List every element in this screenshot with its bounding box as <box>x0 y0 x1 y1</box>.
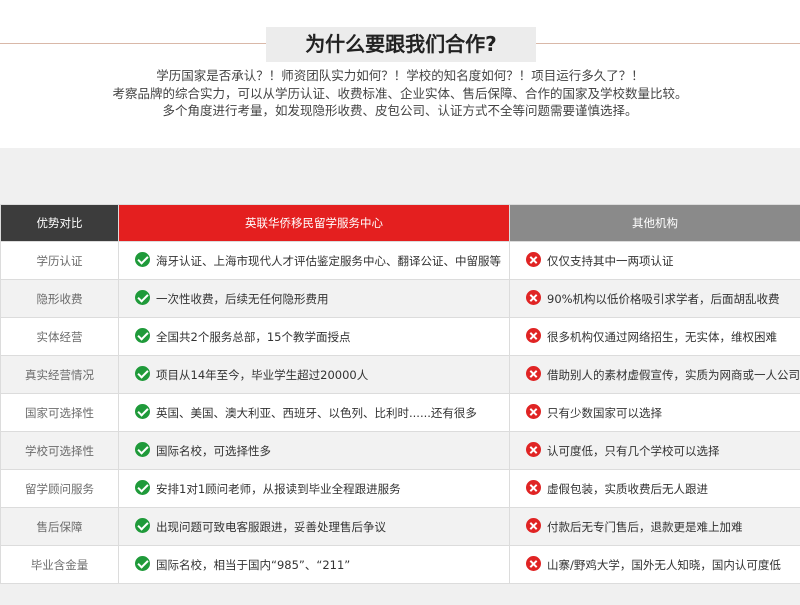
table-row: 学历认证 海牙认证、上海市现代人才评估鉴定服务中心、翻译公证、中留服等 仅仅支持… <box>0 241 800 280</box>
check-icon <box>135 518 150 533</box>
row-label: 售后保障 <box>0 507 119 546</box>
ours-cell: 国际名校，相当于国内“985”、“211” <box>118 545 510 584</box>
row-label: 实体经营 <box>0 317 119 356</box>
intro-line: 考察品牌的综合实力，可以从学历认证、收费标准、企业实体、售后保障、合作的国家及学… <box>112 85 688 101</box>
check-icon <box>135 290 150 305</box>
header-others: 其他机构 <box>509 204 800 242</box>
ours-cell: 全国共2个服务总部，15个教学面授点 <box>118 317 510 356</box>
cross-icon <box>526 404 541 419</box>
check-icon <box>135 328 150 343</box>
others-cell: 山寨/野鸡大学，国外无人知晓，国内认可度低 <box>509 545 800 584</box>
ours-cell: 国际名校，可选择性多 <box>118 431 510 470</box>
row-label: 国家可选择性 <box>0 393 119 432</box>
table-row: 隐形收费 一次性收费，后续无任何隐形费用 90%机构以低价格吸引求学者，后面胡乱… <box>0 279 800 318</box>
cross-icon <box>526 442 541 457</box>
header-advantage: 优势对比 <box>0 204 119 242</box>
check-icon <box>135 252 150 267</box>
ours-cell: 安排1对1顾问老师，从报读到毕业全程跟进服务 <box>118 469 510 508</box>
cross-icon <box>526 518 541 533</box>
row-label: 学校可选择性 <box>0 431 119 470</box>
table-row: 国家可选择性 英国、美国、澳大利亚、西班牙、以色列、比利时......还有很多 … <box>0 393 800 432</box>
others-cell: 认可度低，只有几个学校可以选择 <box>509 431 800 470</box>
ours-cell: 出现问题可致电客服跟进，妥善处理售后争议 <box>118 507 510 546</box>
cross-icon <box>526 290 541 305</box>
table-row: 售后保障 出现问题可致电客服跟进，妥善处理售后争议 付款后无专门售后，退款更是难… <box>0 507 800 546</box>
others-cell: 付款后无专门售后，退款更是难上加难 <box>509 507 800 546</box>
ours-cell: 海牙认证、上海市现代人才评估鉴定服务中心、翻译公证、中留服等 <box>118 241 510 280</box>
page-title: 为什么要跟我们合作? <box>266 27 536 62</box>
others-cell: 90%机构以低价格吸引求学者，后面胡乱收费 <box>509 279 800 318</box>
check-icon <box>135 480 150 495</box>
check-icon <box>135 366 150 381</box>
table-row: 留学顾问服务 安排1对1顾问老师，从报读到毕业全程跟进服务 虚假包装，实质收费后… <box>0 469 800 508</box>
check-icon <box>135 404 150 419</box>
others-cell: 仅仅支持其中一两项认证 <box>509 241 800 280</box>
check-icon <box>135 442 150 457</box>
table-row: 真实经营情况 项目从14年至今，毕业学生超过20000人 借助别人的素材虚假宣传… <box>0 355 800 394</box>
cross-icon <box>526 556 541 571</box>
others-cell: 只有少数国家可以选择 <box>509 393 800 432</box>
cross-icon <box>526 328 541 343</box>
row-label: 学历认证 <box>0 241 119 280</box>
ours-cell: 一次性收费，后续无任何隐形费用 <box>118 279 510 318</box>
comparison-table: 优势对比 英联华侨移民留学服务中心 其他机构 学历认证 海牙认证、上海市现代人才… <box>0 204 800 584</box>
others-cell: 借助别人的素材虚假宣传，实质为网商或一人公司 <box>509 355 800 394</box>
cross-icon <box>526 252 541 267</box>
intro-text: 学历国家是否承认？！师资团队实力如何？！学校的知名度如何？！项目运行多久了？！ … <box>0 67 800 120</box>
ours-cell: 项目从14年至今，毕业学生超过20000人 <box>118 355 510 394</box>
row-label: 隐形收费 <box>0 279 119 318</box>
cross-icon <box>526 480 541 495</box>
header-ours: 英联华侨移民留学服务中心 <box>118 204 510 242</box>
ours-cell: 英国、美国、澳大利亚、西班牙、以色列、比利时......还有很多 <box>118 393 510 432</box>
check-icon <box>135 556 150 571</box>
table-row: 实体经营 全国共2个服务总部，15个教学面授点 很多机构仅通过网络招生，无实体，… <box>0 317 800 356</box>
intro-line: 多个角度进行考量，如发现隐形收费、皮包公司、认证方式不全等问题需要谨慎选择。 <box>162 103 638 118</box>
others-cell: 很多机构仅通过网络招生，无实体，维权困难 <box>509 317 800 356</box>
table-row: 毕业含金量 国际名校，相当于国内“985”、“211” 山寨/野鸡大学，国外无人… <box>0 545 800 584</box>
row-label: 留学顾问服务 <box>0 469 119 508</box>
row-label: 毕业含金量 <box>0 545 119 584</box>
cross-icon <box>526 366 541 381</box>
intro-line: 学历国家是否承认？！师资团队实力如何？！学校的知名度如何？！项目运行多久了？！ <box>156 68 644 83</box>
intro-section: 为什么要跟我们合作? 学历国家是否承认？！师资团队实力如何？！学校的知名度如何？… <box>0 0 800 148</box>
others-cell: 虚假包装，实质收费后无人跟进 <box>509 469 800 508</box>
table-row: 学校可选择性 国际名校，可选择性多 认可度低，只有几个学校可以选择 <box>0 431 800 470</box>
table-header-row: 优势对比 英联华侨移民留学服务中心 其他机构 <box>0 204 800 242</box>
row-label: 真实经营情况 <box>0 355 119 394</box>
